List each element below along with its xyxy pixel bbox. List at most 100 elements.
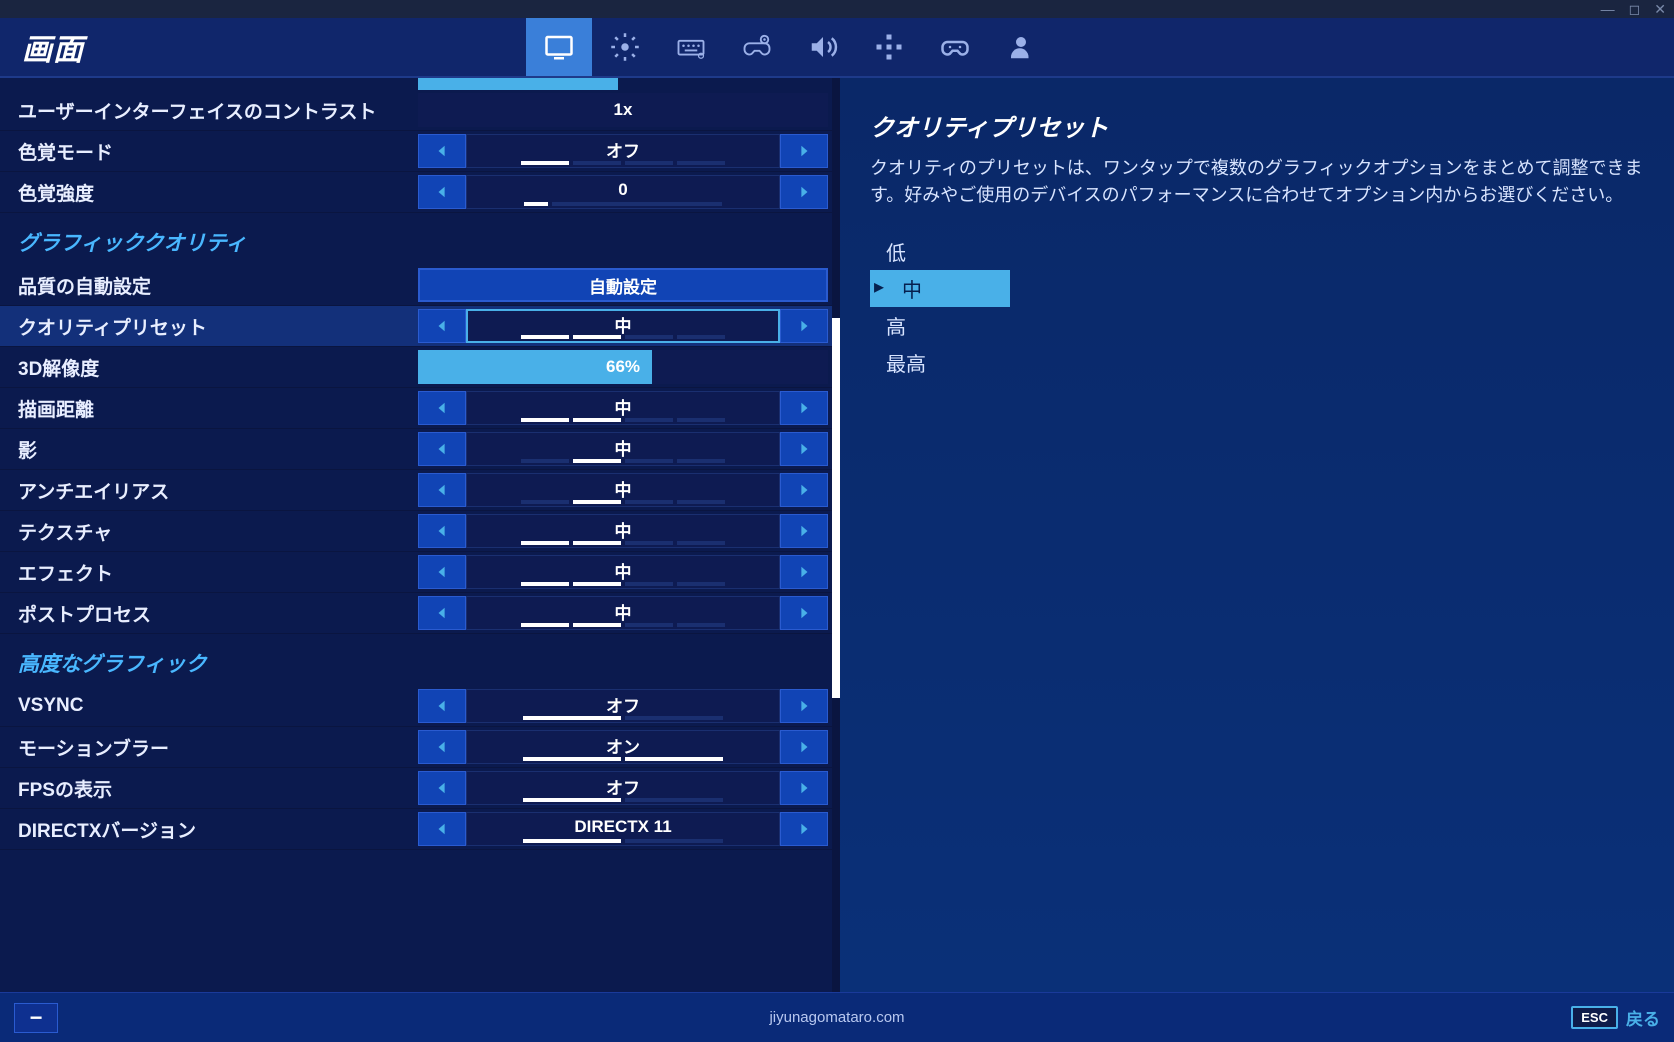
quality-3-next-button[interactable] [780,391,828,425]
setting-row: VSYNC オフ [0,686,840,727]
advanced-2-value[interactable]: オフ [466,771,780,805]
setting-row: テクスチャ中 [0,511,840,552]
advanced-2-prev-button[interactable] [418,771,466,805]
quality-5-label: アンチエイリアス [18,477,418,504]
advanced-3-value[interactable]: DIRECTX 11 [466,812,780,846]
advanced-0-label: VSYNC [18,695,418,717]
quality-8-next-button[interactable] [780,596,828,630]
setting-row: FPSの表示 オフ [0,768,840,809]
window-maximize-icon[interactable]: ◻ [1629,1,1641,18]
top-0-slider[interactable]: 1x [418,93,828,127]
advanced-0-value[interactable]: オフ [466,689,780,723]
esc-key-icon: ESC [1571,1006,1618,1029]
back-button[interactable]: ESC 戻る [1571,1005,1660,1030]
top-2-value[interactable]: 0 [466,175,780,209]
setting-row: クオリティプリセット中 [0,306,840,347]
back-label: 戻る [1626,1005,1660,1030]
advanced-3-next-button[interactable] [780,812,828,846]
quality-6-prev-button[interactable] [418,514,466,548]
tab-account-icon[interactable] [988,18,1054,76]
quality-3-value[interactable]: 中 [466,391,780,425]
preset-option-list: 低中高最高 [870,233,1644,381]
setting-row: 影中 [0,429,840,470]
quality-1-next-button[interactable] [780,309,828,343]
setting-row: 描画距離 中 [0,388,840,429]
footer: − jiyunagomataro.com ESC 戻る [0,992,1674,1042]
quality-7-prev-button[interactable] [418,555,466,589]
tab-accessibility-icon[interactable] [856,18,922,76]
preset-option[interactable]: 高 [870,307,1644,344]
quality-1-value[interactable]: 中 [466,309,780,343]
tab-controller-settings-icon[interactable] [724,18,790,76]
tab-keyboard-icon[interactable] [658,18,724,76]
setting-row: エフェクト 中 [0,552,840,593]
quality-4-next-button[interactable] [780,432,828,466]
quality-6-value[interactable]: 中 [466,514,780,548]
scrollbar-track[interactable] [832,78,840,992]
tab-audio-icon[interactable] [790,18,856,76]
info-description: クオリティのプリセットは、ワンタップで複数のグラフィックオプションをまとめて調整… [870,155,1644,209]
quality-7-label: エフェクト [18,559,418,586]
settings-list: ユーザーインターフェイスのコントラスト1x色覚モードオフ色覚強度0グラフィックク… [0,78,840,992]
window-minimize-icon[interactable]: — [1601,1,1615,17]
quality-1-prev-button[interactable] [418,309,466,343]
quality-7-value[interactable]: 中 [466,555,780,589]
section-graphics-quality: グラフィッククオリティ [0,213,840,265]
advanced-3-prev-button[interactable] [418,812,466,846]
info-panel: クオリティプリセット クオリティのプリセットは、ワンタップで複数のグラフィックオ… [840,78,1674,992]
setting-row: 色覚強度 0 [0,172,840,213]
tab-display-icon[interactable] [526,18,592,76]
settings-tabs [526,18,1054,76]
advanced-2-label: FPSの表示 [18,775,418,802]
advanced-2-next-button[interactable] [780,771,828,805]
advanced-1-label: モーションブラー [18,734,418,761]
window-close-icon[interactable]: ✕ [1654,1,1666,18]
setting-row: 3D解像度66% [0,347,840,388]
preset-option[interactable]: 中 [870,270,1010,307]
scrollbar-thumb[interactable] [832,318,840,698]
section-advanced-graphics: 高度なグラフィック [0,634,840,686]
footer-menu-button[interactable]: − [14,1003,58,1033]
advanced-0-next-button[interactable] [780,689,828,723]
top-1-prev-button[interactable] [418,134,466,168]
quality-7-next-button[interactable] [780,555,828,589]
top-0-label: ユーザーインターフェイスのコントラスト [18,97,418,124]
setting-row: DIRECTXバージョンDIRECTX 11 [0,809,840,850]
quality-8-value[interactable]: 中 [466,596,780,630]
advanced-1-prev-button[interactable] [418,730,466,764]
tab-controller-icon[interactable] [922,18,988,76]
top-2-prev-button[interactable] [418,175,466,209]
top-1-value[interactable]: オフ [466,134,780,168]
quality-0-button[interactable]: 自動設定 [418,268,828,302]
quality-4-prev-button[interactable] [418,432,466,466]
quality-8-label: ポストプロセス [18,600,418,627]
info-title: クオリティプリセット [870,108,1644,143]
quality-5-value[interactable]: 中 [466,473,780,507]
quality-5-next-button[interactable] [780,473,828,507]
preset-option[interactable]: 最高 [870,344,1644,381]
setting-row: ユーザーインターフェイスのコントラスト1x [0,90,840,131]
quality-6-next-button[interactable] [780,514,828,548]
setting-row: アンチエイリアス 中 [0,470,840,511]
quality-3-label: 描画距離 [18,395,418,422]
quality-8-prev-button[interactable] [418,596,466,630]
setting-row: 色覚モードオフ [0,131,840,172]
quality-4-value[interactable]: 中 [466,432,780,466]
tab-game-settings-icon[interactable] [592,18,658,76]
quality-2-label: 3D解像度 [18,354,418,381]
quality-3-prev-button[interactable] [418,391,466,425]
top-2-label: 色覚強度 [18,179,418,206]
setting-row: ポストプロセス 中 [0,593,840,634]
setting-row: 品質の自動設定自動設定 [0,265,840,306]
page-title: 画面 [0,25,106,69]
preset-option[interactable]: 低 [870,233,1644,270]
top-1-next-button[interactable] [780,134,828,168]
window-titlebar: — ◻ ✕ [0,0,1674,18]
quality-5-prev-button[interactable] [418,473,466,507]
advanced-0-prev-button[interactable] [418,689,466,723]
header: 画面 [0,18,1674,78]
advanced-1-next-button[interactable] [780,730,828,764]
quality-2-slider[interactable]: 66% [418,350,828,384]
top-2-next-button[interactable] [780,175,828,209]
advanced-1-value[interactable]: オン [466,730,780,764]
